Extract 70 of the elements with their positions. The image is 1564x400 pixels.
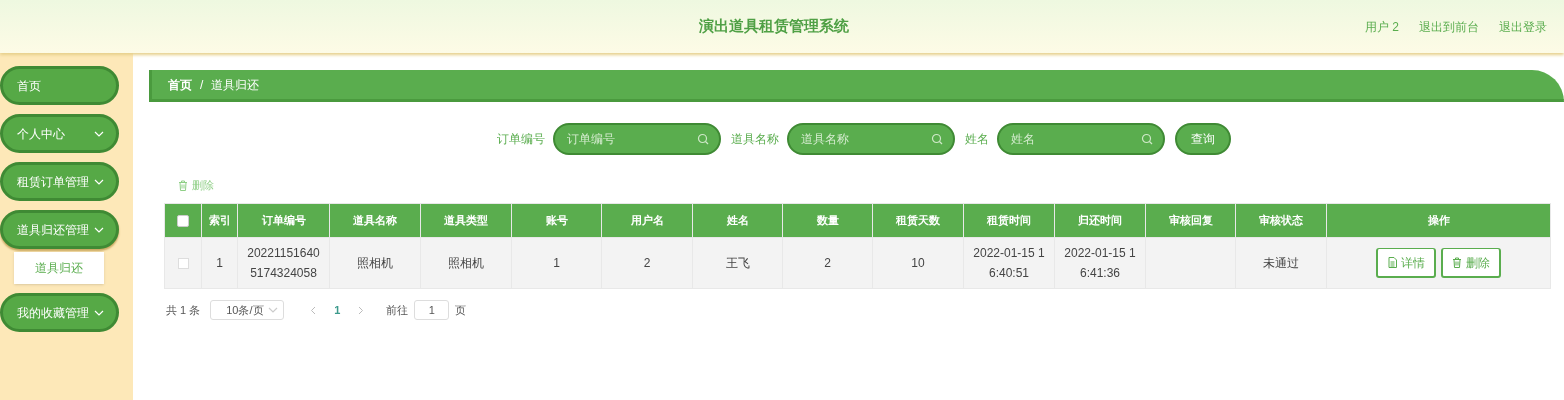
table-cell: 202211516405174324058 xyxy=(247,246,320,280)
chevron-icon xyxy=(94,309,104,316)
search-field[interactable]: 道具名称 xyxy=(786,123,955,155)
page-unit: 页 xyxy=(455,302,467,318)
chevron-icon xyxy=(268,307,279,313)
search-icon xyxy=(696,133,709,145)
column-header: 操作 xyxy=(1326,203,1551,238)
page-number[interactable]: 1 xyxy=(334,301,341,319)
submenu-item[interactable]: 道具归还 xyxy=(14,252,104,284)
trash-icon xyxy=(178,179,188,191)
goto-label: 前往 xyxy=(386,302,409,318)
details-button[interactable]: 详情 xyxy=(1376,248,1436,278)
table-cell: 2022-01-15 16:40:51 xyxy=(973,246,1045,280)
chevron-icon xyxy=(94,178,104,185)
search-button[interactable]: 查询 xyxy=(1174,123,1231,155)
table-cell: 2 xyxy=(643,256,651,270)
breadcrumb-link[interactable]: 首页 xyxy=(168,75,192,94)
document-icon xyxy=(1387,257,1397,268)
table-cell: 2 xyxy=(824,256,831,270)
search-icon xyxy=(930,133,943,145)
table-cell: 1 xyxy=(553,256,560,270)
field-label: 姓名 xyxy=(964,131,989,148)
menu-item[interactable]: 首页 xyxy=(0,66,119,105)
breadcrumb-separator: / xyxy=(200,76,204,94)
column-header: 租赁时间 xyxy=(963,203,1055,238)
column-header: 账号 xyxy=(511,203,602,238)
table-cell: 照相机 xyxy=(448,256,484,270)
search-icon xyxy=(1140,133,1153,145)
column-header: 道具名称 xyxy=(329,203,421,238)
table-cell: 1 xyxy=(216,256,223,270)
menu-item[interactable]: 租赁订单管理 xyxy=(0,162,119,201)
column-header: 道具类型 xyxy=(420,203,512,238)
header-link[interactable]: 退出登录 xyxy=(1499,17,1547,36)
column-header: 姓名 xyxy=(692,203,783,238)
table-cell: 10 xyxy=(911,256,925,270)
app-title: 演出道具租赁管理系统 xyxy=(698,16,849,37)
column-header: 用户名 xyxy=(601,203,693,238)
column-header: 索引 xyxy=(201,203,238,238)
chevron-icon xyxy=(94,130,104,137)
page-size-select[interactable]: 10条/页 xyxy=(210,300,285,320)
chevron-icon xyxy=(94,226,104,233)
delete-button[interactable]: 删除 xyxy=(1441,248,1501,278)
column-header: 订单编号 xyxy=(237,203,330,238)
checkbox[interactable] xyxy=(177,214,189,227)
previous-page-icon[interactable] xyxy=(310,305,317,315)
menu-item[interactable]: 道具归还管理 xyxy=(0,210,119,249)
table-cell: 2022-01-15 16:41:36 xyxy=(1064,246,1136,280)
table-cell: 未通过 xyxy=(1263,256,1299,270)
menu-item[interactable]: 个人中心 xyxy=(0,114,119,153)
column-header: 数量 xyxy=(782,203,873,238)
header-link[interactable]: 用户 2 xyxy=(1365,17,1399,36)
delete-button[interactable]: 删除 xyxy=(178,176,214,194)
total-count: 共 1 条 xyxy=(166,302,201,318)
search-field[interactable]: 姓名 xyxy=(996,123,1165,155)
column-header: 审核状态 xyxy=(1235,203,1327,238)
menu-item[interactable]: 我的收藏管理 xyxy=(0,293,119,332)
breadcrumb-link[interactable]: 道具归还 xyxy=(211,75,260,94)
field-label: 订单编号 xyxy=(496,131,545,148)
header-link[interactable]: 退出到前台 xyxy=(1419,17,1479,36)
search-field[interactable]: 订单编号 xyxy=(552,123,721,155)
trash-icon xyxy=(1452,257,1462,268)
checkbox[interactable] xyxy=(177,258,189,270)
page-input[interactable]: 1 xyxy=(414,300,450,320)
table-cell: 照相机 xyxy=(357,256,393,270)
column-header: 审核回复 xyxy=(1145,203,1236,238)
column-header: 归还时间 xyxy=(1054,203,1146,238)
next-page-icon[interactable] xyxy=(358,305,365,315)
column-header: 租赁天数 xyxy=(872,203,964,238)
field-label: 道具名称 xyxy=(730,131,779,148)
table-cell: 王飞 xyxy=(725,256,750,270)
